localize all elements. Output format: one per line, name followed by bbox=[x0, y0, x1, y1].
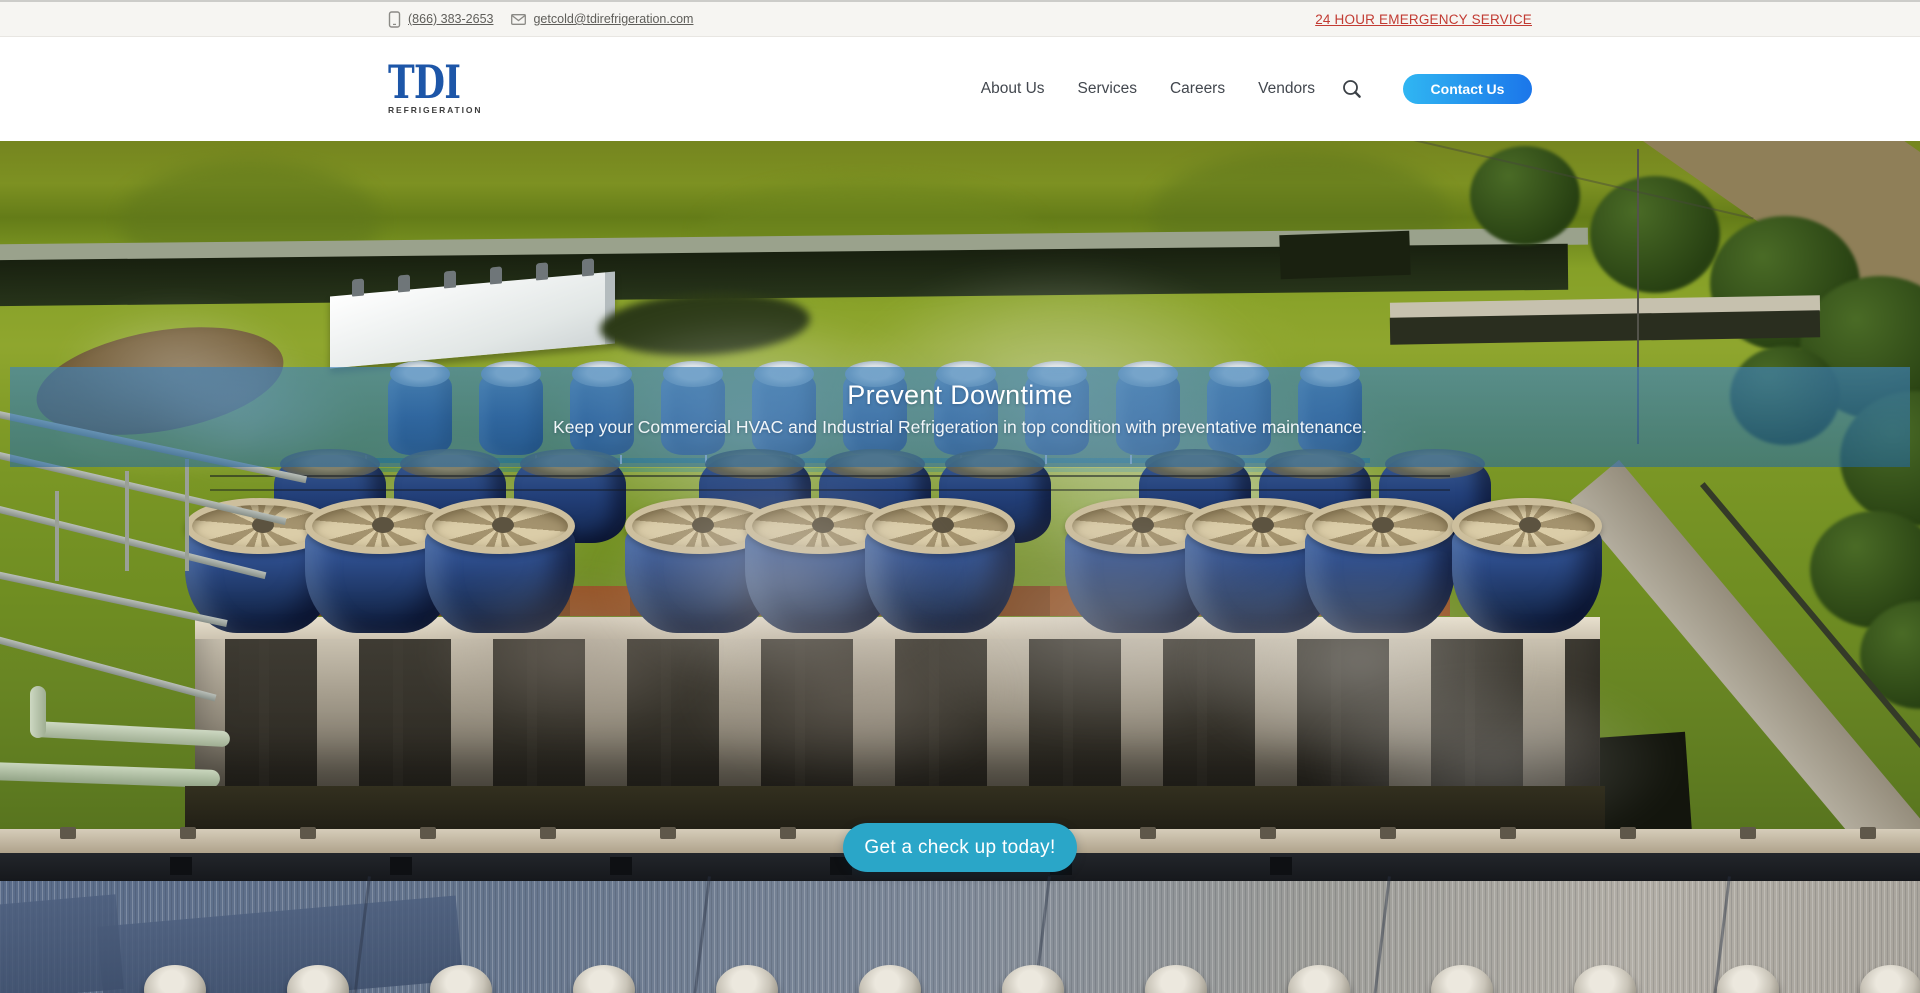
walkway-bracket bbox=[780, 827, 796, 839]
walkway-bracket bbox=[420, 827, 436, 839]
roof-vent bbox=[398, 274, 410, 292]
sage-pipe bbox=[0, 762, 220, 788]
fan-blades bbox=[1305, 498, 1455, 554]
email-address: getcold@tdirefrigeration.com bbox=[533, 12, 693, 26]
tree bbox=[1470, 146, 1580, 245]
emergency-service-link[interactable]: 24 HOUR EMERGENCY SERVICE bbox=[1315, 12, 1532, 27]
walkway-bracket bbox=[300, 827, 316, 839]
logo-acronym: TDI bbox=[388, 63, 460, 103]
roof-vent bbox=[444, 270, 456, 288]
fan-blades bbox=[425, 498, 575, 554]
walkway-bracket bbox=[1620, 827, 1636, 839]
hero-subtitle: Keep your Commercial HVAC and Industrial… bbox=[10, 417, 1910, 438]
pipe-rack-post bbox=[185, 459, 189, 571]
hero-image: Prevent Downtime Keep your Commercial HV… bbox=[0, 141, 1920, 993]
steam bbox=[420, 561, 720, 741]
steam bbox=[680, 591, 1020, 791]
walkway-bracket bbox=[1140, 827, 1156, 839]
fan-blades bbox=[1452, 498, 1602, 554]
walkway-bracket bbox=[1500, 827, 1516, 839]
logo[interactable]: TDI REFRIGERATION bbox=[388, 63, 480, 116]
walkway-bracket bbox=[180, 827, 196, 839]
walkway-bracket bbox=[1860, 827, 1876, 839]
search-icon[interactable] bbox=[1341, 78, 1363, 100]
main-nav: About Us Services Careers Vendors bbox=[981, 80, 1315, 98]
nav-item-careers[interactable]: Careers bbox=[1170, 80, 1225, 98]
page: (866) 383-2653 getcold@tdirefrigeration.… bbox=[0, 0, 1920, 993]
nav-item-about-us[interactable]: About Us bbox=[981, 80, 1045, 98]
ladder-mark bbox=[1270, 857, 1292, 875]
top-utility-bar: (866) 383-2653 getcold@tdirefrigeration.… bbox=[0, 0, 1920, 37]
ladder-mark bbox=[390, 857, 412, 875]
walkway-bracket bbox=[540, 827, 556, 839]
contact-us-button[interactable]: Contact Us bbox=[1403, 74, 1532, 104]
tree bbox=[1590, 176, 1720, 293]
walkway-bracket bbox=[1740, 827, 1756, 839]
roof-vent bbox=[536, 262, 548, 280]
roof-panel bbox=[0, 894, 124, 993]
hero-title: Prevent Downtime bbox=[10, 380, 1910, 411]
phone-link[interactable]: (866) 383-2653 bbox=[388, 11, 493, 28]
walkway-bracket bbox=[1260, 827, 1276, 839]
nav-item-vendors[interactable]: Vendors bbox=[1258, 80, 1315, 98]
email-link[interactable]: getcold@tdirefrigeration.com bbox=[511, 12, 693, 26]
hero-overlay-band: Prevent Downtime Keep your Commercial HV… bbox=[10, 367, 1910, 467]
walkway-bracket bbox=[60, 827, 76, 839]
sage-pipe-elbow bbox=[30, 686, 46, 738]
retaining-pit bbox=[1279, 231, 1410, 280]
mail-icon bbox=[511, 14, 526, 25]
phone-icon bbox=[388, 11, 401, 28]
site-header: TDI REFRIGERATION About Us Services Care… bbox=[0, 37, 1920, 141]
pipe-rack-post bbox=[55, 491, 59, 581]
phone-number: (866) 383-2653 bbox=[408, 12, 493, 26]
roof-vent bbox=[352, 278, 364, 296]
checkup-cta-button[interactable]: Get a check up today! bbox=[843, 823, 1077, 872]
nav-item-services[interactable]: Services bbox=[1078, 80, 1137, 98]
walkway-bracket bbox=[660, 827, 676, 839]
roof-vent bbox=[490, 266, 502, 284]
ladder-mark bbox=[170, 857, 192, 875]
pipe-rack-post bbox=[125, 471, 129, 571]
roof-vent bbox=[582, 258, 594, 276]
ladder-mark bbox=[610, 857, 632, 875]
walkway-bracket bbox=[1380, 827, 1396, 839]
